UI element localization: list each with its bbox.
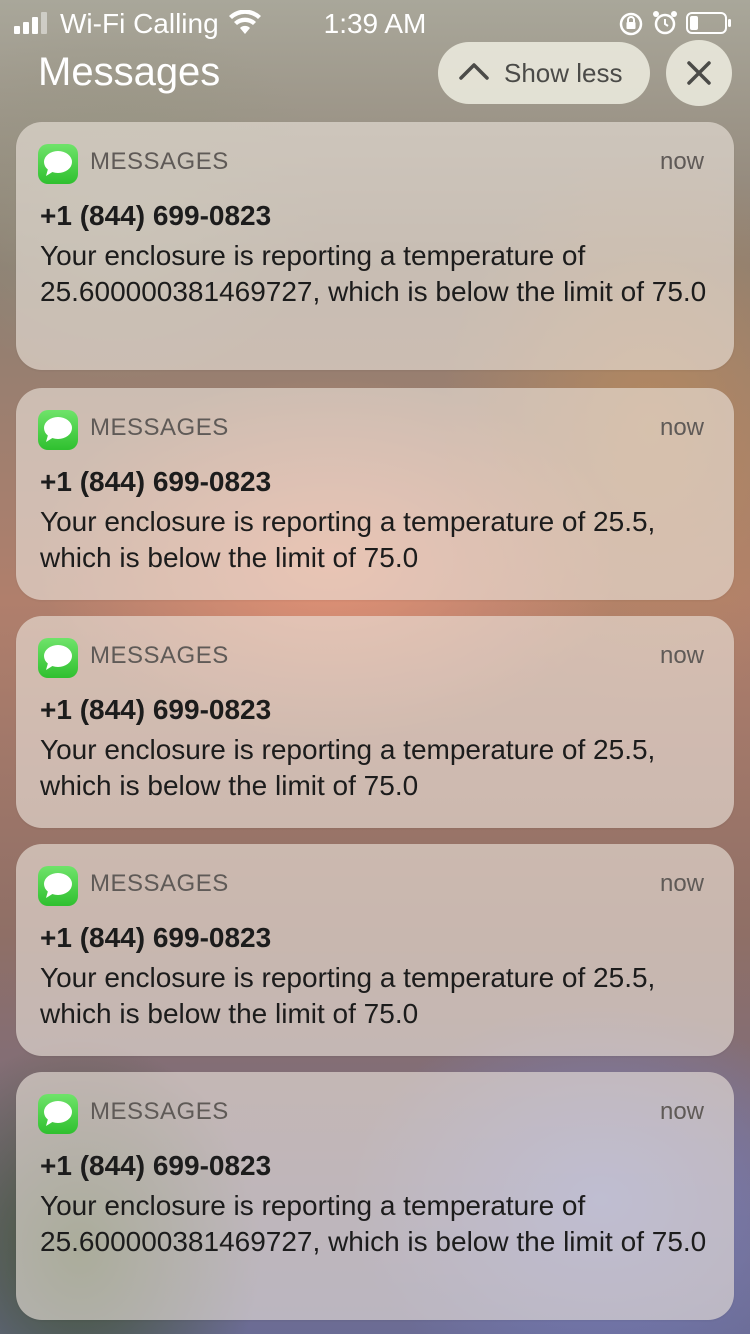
notification-card[interactable]: MESSAGES now +1 (844) 699-0823 Your encl… bbox=[16, 122, 734, 370]
notification-body: Your enclosure is reporting a temperatur… bbox=[40, 240, 707, 307]
notification-time: now bbox=[659, 414, 704, 441]
notification-sender: +1 (844) 699-0823 bbox=[40, 922, 272, 953]
messages-app-icon bbox=[38, 1094, 78, 1134]
notification-card[interactable]: MESSAGES now +1 (844) 699-0823 Your encl… bbox=[16, 1072, 734, 1320]
notification-time: now bbox=[659, 1098, 704, 1125]
app-name: MESSAGES bbox=[90, 870, 229, 897]
messages-app-icon bbox=[38, 638, 78, 678]
alarm-icon bbox=[653, 11, 677, 35]
messages-app-icon bbox=[38, 866, 78, 906]
notification-sender: +1 (844) 699-0823 bbox=[40, 1150, 272, 1181]
status-bar: Wi-Fi Calling 1:39 AM bbox=[0, 0, 750, 48]
notification-time: now bbox=[659, 870, 704, 897]
notification-time: now bbox=[659, 148, 704, 175]
app-name: MESSAGES bbox=[90, 1098, 229, 1125]
notification-card[interactable]: MESSAGES now +1 (844) 699-0823 Your encl… bbox=[16, 844, 734, 1056]
app-name: MESSAGES bbox=[90, 642, 229, 669]
show-less-button[interactable]: Show less bbox=[438, 42, 650, 104]
messages-app-icon bbox=[38, 144, 78, 184]
notification-body: Your enclosure is reporting a temperatur… bbox=[40, 506, 656, 573]
messages-app-icon bbox=[38, 410, 78, 450]
app-name: MESSAGES bbox=[90, 148, 229, 175]
page-title: Messages bbox=[38, 50, 221, 94]
notification-sender: +1 (844) 699-0823 bbox=[40, 466, 272, 497]
notification-sender: +1 (844) 699-0823 bbox=[40, 694, 272, 725]
show-less-label: Show less bbox=[504, 58, 623, 88]
clear-notifications-button[interactable] bbox=[666, 40, 732, 106]
rotation-lock-icon bbox=[619, 12, 643, 36]
chevron-up-icon bbox=[459, 63, 489, 80]
notification-card[interactable]: MESSAGES now +1 (844) 699-0823 Your encl… bbox=[16, 388, 734, 600]
app-name: MESSAGES bbox=[90, 414, 229, 441]
notification-body: Your enclosure is reporting a temperatur… bbox=[40, 962, 656, 1029]
notification-card[interactable]: MESSAGES now +1 (844) 699-0823 Your encl… bbox=[16, 616, 734, 828]
notification-body: Your enclosure is reporting a temperatur… bbox=[40, 734, 656, 801]
notification-sender: +1 (844) 699-0823 bbox=[40, 200, 272, 231]
battery-icon bbox=[686, 12, 731, 34]
notification-time: now bbox=[659, 642, 704, 669]
close-icon bbox=[687, 61, 711, 85]
notification-body: Your enclosure is reporting a temperatur… bbox=[40, 1190, 707, 1257]
